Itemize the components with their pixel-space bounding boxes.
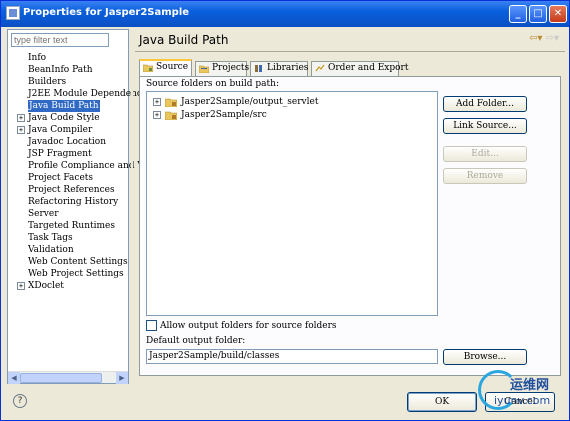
property-page: Java Build Path ⇦▾ ⇨▾ Source Projects Li… bbox=[135, 29, 565, 384]
order-export-icon bbox=[315, 64, 325, 72]
help-icon[interactable]: ? bbox=[13, 394, 27, 408]
tree-item-project-references[interactable]: Project References bbox=[28, 184, 115, 196]
expand-icon[interactable]: + bbox=[17, 114, 25, 122]
default-output-field[interactable]: Jasper2Sample/build/classes bbox=[146, 349, 438, 364]
horizontal-scrollbar[interactable]: ◀ ▶ bbox=[8, 371, 128, 384]
tree-item-java-build-path[interactable]: Java Build Path bbox=[28, 100, 100, 112]
filter-input[interactable] bbox=[11, 33, 109, 47]
properties-nav-panel: InfoBeanInfo PathBuildersJ2EE Module Dep… bbox=[7, 29, 144, 384]
tab-libraries[interactable]: Libraries bbox=[250, 61, 308, 76]
minimize-button[interactable]: _ bbox=[509, 5, 527, 23]
panel-splitter[interactable] bbox=[131, 29, 133, 384]
window-icon bbox=[6, 6, 20, 20]
tree-item-validation[interactable]: Validation bbox=[28, 244, 74, 256]
watermark-logo: 运维网 iyunv.com bbox=[470, 368, 566, 418]
tree-item-web-project-settings[interactable]: Web Project Settings bbox=[28, 268, 124, 280]
tab-projects-label: Projects bbox=[212, 63, 250, 73]
source-folders-label: Source folders on build path: bbox=[146, 79, 279, 89]
projects-icon bbox=[199, 65, 209, 73]
tab-source-label: Source bbox=[156, 62, 189, 72]
source-folders-list[interactable]: + Jasper2Sample/output_servlet + Jasper2Sam… bbox=[146, 91, 438, 316]
browse-button[interactable]: Browse... bbox=[443, 349, 527, 365]
edit-button[interactable]: Edit... bbox=[443, 146, 527, 162]
link-source-button[interactable]: Link Source... bbox=[443, 118, 527, 134]
tree-item-builders[interactable]: Builders bbox=[28, 76, 66, 88]
libraries-icon bbox=[255, 65, 262, 72]
expand-icon[interactable]: + bbox=[153, 111, 161, 119]
package-folder-icon bbox=[165, 111, 177, 120]
tree-item-jsp-fragment[interactable]: JSP Fragment bbox=[28, 148, 92, 160]
tree-item-xdoclet[interactable]: XDoclet bbox=[28, 280, 64, 292]
tab-libraries-label: Libraries bbox=[267, 63, 309, 73]
expand-icon[interactable]: + bbox=[17, 126, 25, 134]
properties-window: Properties for Jasper2Sample _ □ ✕ InfoB… bbox=[0, 0, 570, 421]
scroll-left-icon[interactable]: ◀ bbox=[8, 372, 20, 384]
forward-arrow-icon[interactable]: ⇨▾ bbox=[546, 33, 559, 44]
expand-icon[interactable]: + bbox=[153, 98, 161, 106]
allow-output-label: Allow output folders for source folders bbox=[160, 321, 337, 331]
tab-order-export[interactable]: Order and Export bbox=[311, 61, 408, 76]
tab-order-export-label: Order and Export bbox=[328, 63, 409, 73]
back-arrow-icon[interactable]: ⇦▾ bbox=[529, 33, 542, 44]
allow-output-checkbox[interactable] bbox=[146, 320, 157, 331]
tree-item-refactoring-history[interactable]: Refactoring History bbox=[28, 196, 118, 208]
tree-item-java-compiler[interactable]: Java Compiler bbox=[28, 124, 92, 136]
source-folder-label: Jasper2Sample/src bbox=[181, 110, 267, 120]
tree-item-targeted-runtimes[interactable]: Targeted Runtimes bbox=[28, 220, 115, 232]
watermark-line1: 运维网 bbox=[510, 378, 550, 393]
tree-item-project-facets[interactable]: Project Facets bbox=[28, 172, 93, 184]
source-folder-icon bbox=[143, 64, 153, 72]
tree-item-beaninfo-path[interactable]: BeanInfo Path bbox=[28, 64, 93, 76]
history-nav: ⇦▾ ⇨▾ bbox=[529, 33, 559, 44]
default-output-label: Default output folder: bbox=[146, 336, 246, 346]
page-title: Java Build Path bbox=[139, 33, 229, 47]
tree-item-javadoc-location[interactable]: Javadoc Location bbox=[28, 136, 106, 148]
tree-item-task-tags[interactable]: Task Tags bbox=[28, 232, 73, 244]
maximize-button[interactable]: □ bbox=[529, 5, 547, 23]
watermark-line2: iyunv.com bbox=[494, 394, 551, 407]
close-button[interactable]: ✕ bbox=[549, 5, 567, 23]
tab-projects[interactable]: Projects bbox=[195, 61, 250, 76]
add-folder-button[interactable]: Add Folder... bbox=[443, 96, 527, 112]
title-bar: Properties for Jasper2Sample _ □ ✕ bbox=[1, 1, 569, 27]
tree-item-info[interactable]: Info bbox=[28, 52, 46, 64]
tree-item-server[interactable]: Server bbox=[28, 208, 59, 220]
source-folder-label: Jasper2Sample/output_servlet bbox=[181, 97, 319, 107]
ok-button[interactable]: OK bbox=[407, 392, 477, 412]
expand-icon[interactable]: + bbox=[17, 282, 25, 290]
tree-item-java-code-style[interactable]: Java Code Style bbox=[28, 112, 100, 124]
title-separator bbox=[135, 51, 565, 52]
tree-item-web-content-settings[interactable]: Web Content Settings bbox=[28, 256, 128, 268]
remove-button[interactable]: Remove bbox=[443, 168, 527, 184]
window-title: Properties for Jasper2Sample bbox=[23, 7, 190, 18]
package-folder-icon bbox=[165, 98, 177, 107]
scroll-thumb[interactable] bbox=[20, 373, 102, 383]
scroll-right-icon[interactable]: ▶ bbox=[116, 372, 128, 384]
source-tab-panel: Source folders on build path: + Jasper2Sa… bbox=[139, 76, 561, 376]
tab-source[interactable]: Source bbox=[139, 59, 192, 77]
tree-item-profile-compliance-and-v[interactable]: Profile Compliance and V bbox=[28, 160, 144, 172]
tree-item-j2ee-module-dependenc[interactable]: J2EE Module Dependenc bbox=[28, 88, 142, 100]
